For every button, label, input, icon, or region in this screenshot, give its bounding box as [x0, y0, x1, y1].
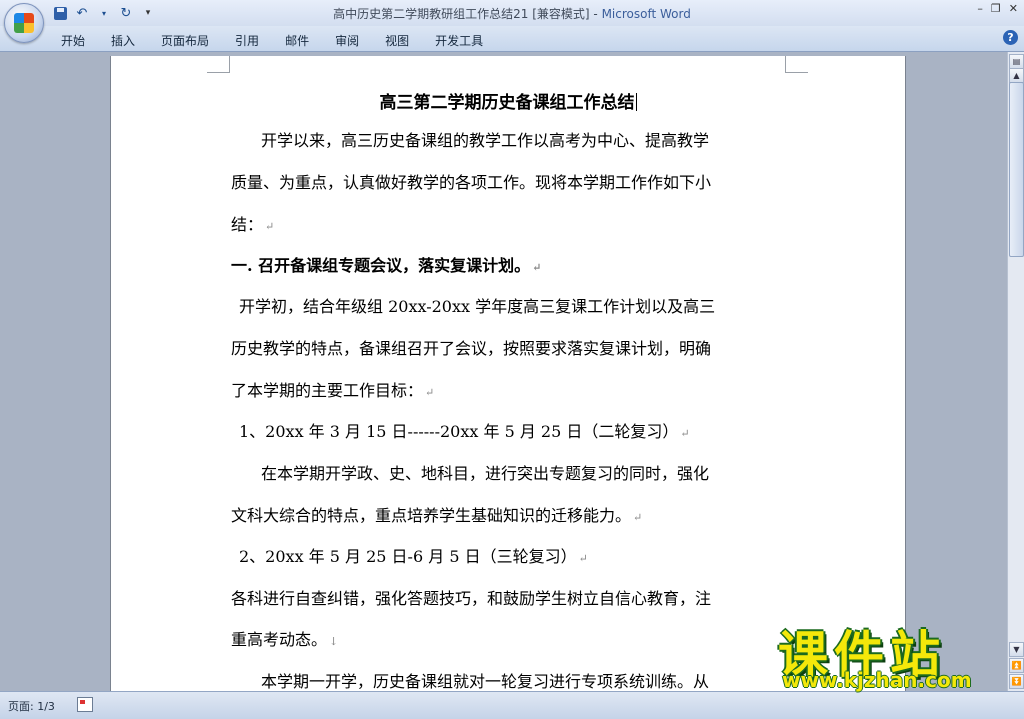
tab-view[interactable]: 视图: [372, 30, 422, 51]
status-bar: 页面: 1/3: [0, 691, 1024, 719]
document-page[interactable]: 高三第二学期历史备课组工作总结 开学以来，高三历史备课组的教学工作以高考为中心、…: [110, 56, 906, 691]
window-controls: – ❐ ✕: [977, 2, 1018, 15]
next-page-button[interactable]: ⏬: [1009, 674, 1024, 689]
tab-mailings[interactable]: 邮件: [272, 30, 322, 51]
page-indicator[interactable]: 页面: 1/3: [8, 698, 55, 714]
paragraph-line: 本学期一开学，历史备课组就对一轮复习进行专项系统训练。从: [261, 668, 711, 691]
double-down-icon: ⏬: [1011, 677, 1022, 686]
paragraph-line: 在本学期开学政、史、地科目，进行突出专题复习的同时，强化: [261, 460, 711, 484]
paragraph-line: 质量、为重点，认真做好教学的各项工作。现将本学期工作作如下小: [231, 169, 713, 193]
line-text: 各科进行自查纠错，强化答题技巧，和鼓励学生树立自信心教育，注: [231, 589, 712, 608]
paragraph-mark: ↵: [680, 427, 690, 440]
document-name: 高中历史第二学期教研组工作总结21 [兼容模式] -: [333, 7, 602, 21]
document-title: 高三第二学期历史备课组工作总结: [111, 88, 905, 113]
paragraph-mark: ↵: [633, 511, 643, 524]
paragraph-line: 开学以来，高三历史备课组的教学工作以高考为中心、提高教学: [261, 127, 711, 151]
paragraph-mark: ↵: [578, 552, 588, 565]
line-text: 质量、为重点，认真做好教学的各项工作。现将本学期工作作如下小: [231, 173, 712, 192]
line-text: 文科大综合的特点，重点培养学生基础知识的迁移能力。: [231, 506, 632, 525]
office-logo-icon: [14, 13, 34, 33]
text-cursor: [635, 93, 637, 111]
document-title-text: 高三第二学期历史备课组工作总结: [379, 93, 635, 113]
paragraph-line: 了本学期的主要工作目标： ↵: [231, 377, 434, 401]
paragraph-line: 2、20xx 年 5 月 25 日-6 月 5 日（三轮复习） ↵: [239, 543, 588, 567]
line-text: 结：: [231, 215, 264, 234]
line-text: 历史教学的特点，备课组召开了会议，按照要求落实复课计划，明确: [231, 339, 712, 358]
paragraph-line: 文科大综合的特点，重点培养学生基础知识的迁移能力。 ↵: [231, 502, 642, 526]
title-bar: ↶ ▾ ↻ ▾ 高中历史第二学期教研组工作总结21 [兼容模式] - Micro…: [0, 0, 1024, 43]
scroll-down-button[interactable]: ▼: [1009, 642, 1024, 657]
paragraph-mark: ↵: [425, 386, 435, 399]
line-text: 开学初，结合年级组 20xx-20xx 学年度高三复课工作计划以及高三: [239, 297, 716, 316]
tab-home[interactable]: 开始: [48, 30, 98, 51]
previous-page-button[interactable]: ⏫: [1009, 658, 1024, 673]
ruler-icon: ▤: [1012, 57, 1021, 66]
watermark-url: www.kjzhan.com: [782, 668, 972, 692]
paragraph-line: 1、20xx 年 3 月 15 日------20xx 年 5 月 25 日（二…: [239, 418, 690, 442]
paragraph-line: 各科进行自查纠错，强化答题技巧，和鼓励学生树立自信心教育，注: [231, 585, 713, 609]
ribbon-tabs: 开始 插入 页面布局 引用 邮件 审阅 视图 开发工具: [48, 30, 496, 51]
line-text: 了本学期的主要工作目标：: [231, 381, 424, 400]
site-watermark: 课件站 www.kjzhan.com: [770, 615, 1010, 695]
help-button[interactable]: ?: [1003, 30, 1018, 45]
vertical-scrollbar[interactable]: ▤ ▲ ▼ ⏫ ⏬: [1007, 52, 1024, 691]
close-button[interactable]: ✕: [1009, 2, 1018, 15]
arrow-down-icon: ▼: [1013, 645, 1020, 654]
paragraph-line: 结： ↵: [231, 211, 274, 235]
paragraph-line: 历史教学的特点，备课组召开了会议，按照要求落实复课计划，明确: [231, 335, 713, 359]
ruler-toggle-button[interactable]: ▤: [1009, 54, 1024, 69]
double-up-icon: ⏫: [1011, 661, 1022, 670]
scroll-thumb[interactable]: [1009, 82, 1024, 257]
line-text: 1、20xx 年 3 月 15 日------20xx 年 5 月 25 日（二…: [239, 422, 679, 441]
tab-review[interactable]: 审阅: [322, 30, 372, 51]
crop-mark-left: [207, 56, 230, 73]
line-text: 开学以来，高三历史备课组的教学工作以高考为中心、提高教学: [261, 131, 710, 150]
tab-insert[interactable]: 插入: [98, 30, 148, 51]
paragraph-mark: ↵: [532, 261, 542, 274]
tab-page-layout[interactable]: 页面布局: [148, 30, 222, 51]
paragraph-mark: ↵: [265, 220, 275, 233]
line-text: 2、20xx 年 5 月 25 日-6 月 5 日（三轮复习）: [239, 547, 577, 566]
paragraph-line: 重高考动态。 ↓: [231, 626, 338, 650]
document-workspace: 高三第二学期历史备课组工作总结 开学以来，高三历史备课组的教学工作以高考为中心、…: [0, 52, 1007, 691]
paragraph-line: 开学初，结合年级组 20xx-20xx 学年度高三复课工作计划以及高三: [239, 293, 717, 317]
line-text: 重高考动态。: [231, 630, 328, 649]
line-text: 本学期一开学，历史备课组就对一轮复习进行专项系统训练。从: [261, 672, 710, 691]
ribbon: 开始 插入 页面布局 引用 邮件 审阅 视图 开发工具 ?: [0, 26, 1024, 52]
window-title: 高中历史第二学期教研组工作总结21 [兼容模式] - Microsoft Wor…: [0, 5, 1024, 22]
scroll-up-button[interactable]: ▲: [1009, 68, 1024, 83]
minimize-button[interactable]: –: [977, 2, 983, 15]
office-button[interactable]: [4, 3, 44, 43]
proofing-icon[interactable]: [77, 697, 93, 712]
restore-button[interactable]: ❐: [991, 2, 1001, 15]
paragraph-mark: ↓: [329, 635, 339, 648]
tab-developer[interactable]: 开发工具: [422, 30, 496, 51]
arrow-up-icon: ▲: [1013, 71, 1020, 80]
section-heading: 一. 召开备课组专题会议，落实复课计划。 ↵: [231, 252, 541, 276]
line-text: 一. 召开备课组专题会议，落实复课计划。: [231, 256, 531, 275]
tab-references[interactable]: 引用: [222, 30, 272, 51]
app-name: Microsoft Word: [601, 7, 691, 21]
line-text: 在本学期开学政、史、地科目，进行突出专题复习的同时，强化: [261, 464, 710, 483]
crop-mark-right: [785, 56, 808, 73]
